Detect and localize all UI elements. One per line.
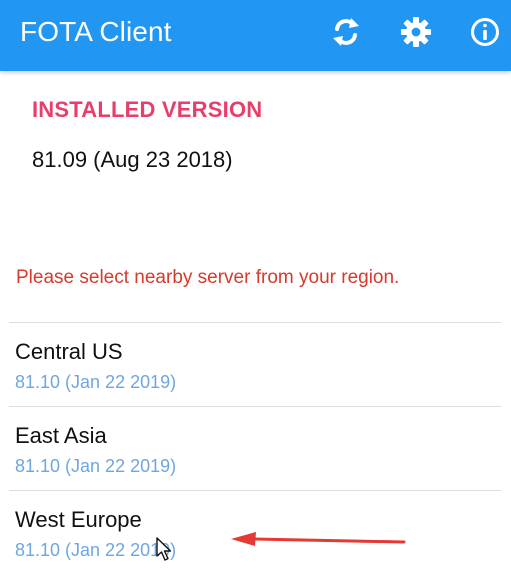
server-name: West Europe bbox=[15, 507, 142, 532]
settings-icon[interactable] bbox=[398, 14, 434, 50]
server-name: Central US bbox=[15, 339, 123, 364]
server-item-central-us[interactable]: Central US 81.10 (Jan 22 2019) bbox=[9, 322, 501, 406]
server-item-east-asia[interactable]: East Asia 81.10 (Jan 22 2019) bbox=[9, 406, 501, 490]
gear-icon bbox=[401, 17, 431, 47]
server-version: 81.10 (Jan 22 2019) bbox=[15, 456, 177, 476]
server-version: 81.10 (Jan 22 2019) bbox=[15, 372, 177, 392]
info-circle-icon bbox=[471, 18, 499, 46]
region-selection-message: Please select nearby server from your re… bbox=[16, 267, 400, 288]
installed-version-value: 81.09 (Aug 23 2018) bbox=[32, 147, 233, 172]
sync-icon[interactable] bbox=[328, 14, 364, 50]
server-name: East Asia bbox=[15, 423, 107, 448]
server-version: 81.10 (Jan 22 2019) bbox=[15, 540, 177, 560]
app-bar: FOTA Client bbox=[0, 0, 511, 71]
app-title: FOTA Client bbox=[20, 16, 172, 47]
server-item-west-europe[interactable]: West Europe 81.10 (Jan 22 2019) bbox=[9, 490, 501, 574]
info-icon[interactable] bbox=[467, 14, 503, 50]
fota-client-screen: FOTA Client INSTALLED VERSION 81.09 (Aug… bbox=[0, 0, 511, 587]
sync-icon-graphic bbox=[333, 18, 359, 46]
server-list: Central US 81.10 (Jan 22 2019) East Asia… bbox=[9, 322, 501, 587]
installed-version-heading: INSTALLED VERSION bbox=[32, 97, 263, 122]
